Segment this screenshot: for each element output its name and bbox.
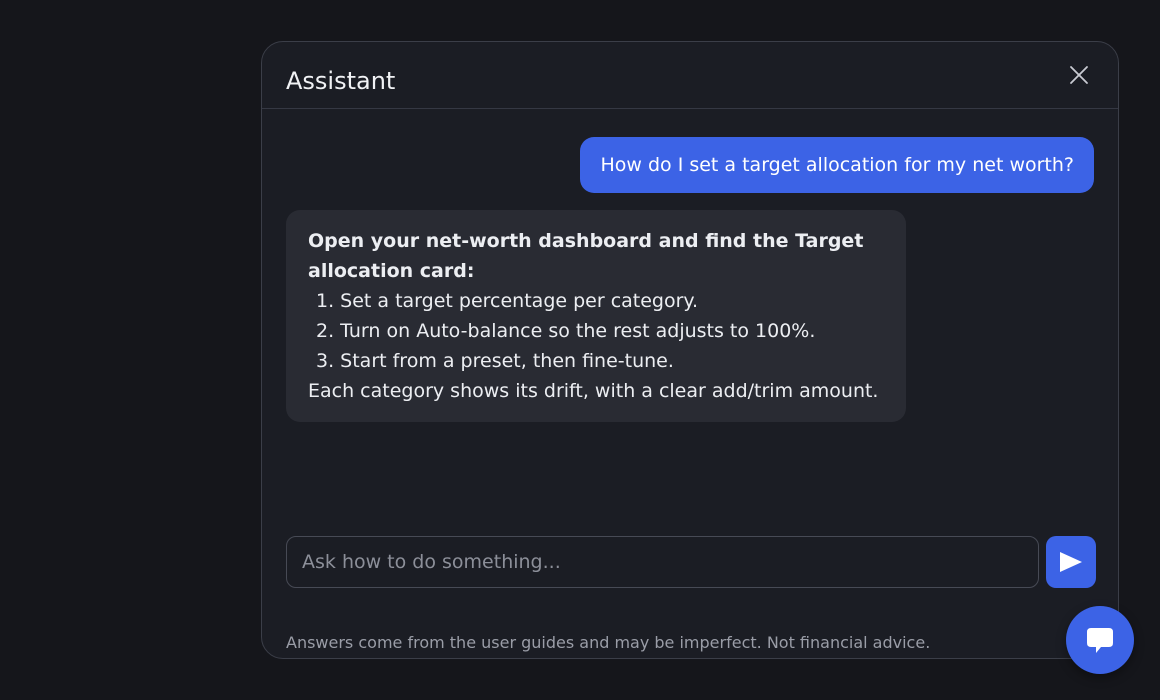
send-button[interactable] bbox=[1046, 536, 1096, 588]
list-item: 3. Start from a preset, then fine-tune. bbox=[316, 350, 674, 372]
chat-bubble-icon bbox=[1087, 628, 1113, 653]
assistant-message-outro: Each category shows its drift, with a cl… bbox=[308, 380, 879, 402]
list-item: 2. Turn on Auto-balance so the rest adju… bbox=[316, 320, 816, 342]
assistant-message-intro: Open your net-worth dashboard and find t… bbox=[308, 230, 864, 282]
assistant-panel: Assistant How do I set a target allocati… bbox=[261, 41, 1119, 659]
chat-launcher-button[interactable] bbox=[1066, 606, 1134, 674]
list-item: 1. Set a target percentage per category. bbox=[316, 290, 699, 312]
disclaimer-text: Answers come from the user guides and ma… bbox=[286, 633, 931, 652]
message-input[interactable] bbox=[286, 536, 1039, 588]
close-icon bbox=[1070, 66, 1088, 84]
panel-title: Assistant bbox=[286, 67, 396, 95]
user-message: How do I set a target allocation for my … bbox=[580, 137, 1094, 193]
send-icon bbox=[1060, 552, 1082, 572]
assistant-steps-list: 1. Set a target percentage per category.… bbox=[308, 286, 884, 376]
close-button[interactable] bbox=[1066, 62, 1092, 88]
panel-header: Assistant bbox=[262, 42, 1118, 109]
assistant-message: Open your net-worth dashboard and find t… bbox=[286, 210, 906, 422]
